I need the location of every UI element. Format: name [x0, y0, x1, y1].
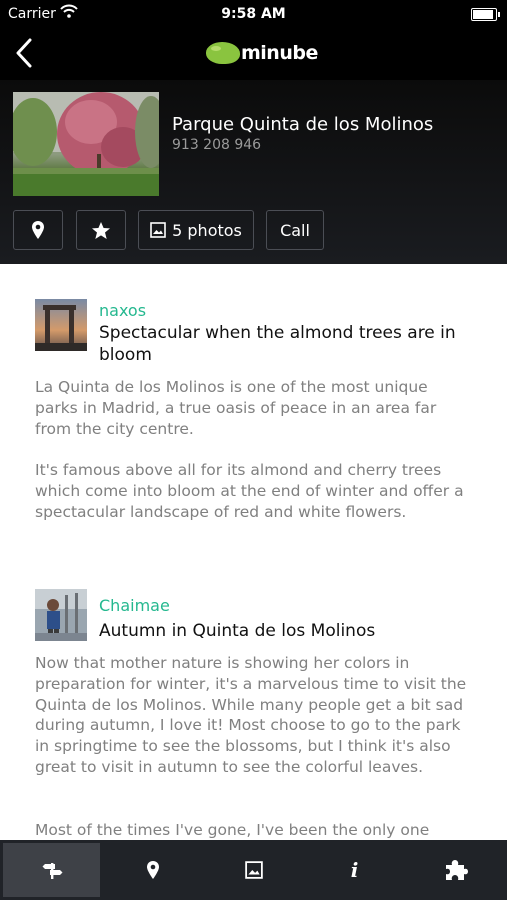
tab-bar: i	[0, 840, 507, 900]
nav-bar: minube	[0, 28, 507, 80]
status-bar: Carrier 9:58 AM	[0, 0, 507, 28]
star-icon	[92, 221, 110, 239]
review-paragraph: La Quinta de los Molinos is one of the m…	[35, 378, 437, 438]
signpost-icon	[42, 863, 62, 879]
place-photo[interactable]	[13, 92, 159, 196]
photos-label: 5 photos	[172, 220, 242, 240]
review-author[interactable]: naxos	[99, 301, 146, 320]
logo-blob-icon	[206, 42, 240, 64]
place-header: Parque Quinta de los Molinos 913 208 946…	[0, 80, 507, 264]
review-title: Spectacular when the almond trees are in…	[99, 323, 456, 365]
review-paragraph: Most of the times I've gone, I've been t…	[35, 821, 430, 839]
call-label: Call	[280, 220, 310, 240]
review-paragraph: It's famous above all for its almond and…	[35, 461, 464, 521]
avatar[interactable]	[35, 589, 87, 641]
battery-icon	[471, 8, 500, 21]
tab-more[interactable]	[407, 843, 504, 897]
call-button[interactable]: Call	[266, 210, 324, 250]
chevron-left-icon	[16, 38, 32, 68]
avatar[interactable]	[35, 299, 87, 351]
tab-map[interactable]	[104, 843, 201, 897]
tab-info[interactable]: i	[306, 843, 403, 897]
map-pin-icon	[32, 221, 44, 239]
logo-text: minube	[241, 42, 318, 64]
review-author[interactable]: Chaimae	[99, 596, 170, 615]
reviews-list[interactable]: naxos Spectacular when the almond trees …	[0, 264, 507, 840]
photo-icon	[244, 861, 263, 879]
minube-logo: minube	[206, 38, 318, 68]
map-pin-icon	[146, 861, 159, 879]
info-icon: i	[350, 858, 359, 882]
photo-icon	[150, 222, 166, 238]
location-button[interactable]	[13, 210, 63, 250]
review-paragraph: Now that mother nature is showing her co…	[35, 654, 467, 776]
tab-photos[interactable]	[205, 843, 302, 897]
photos-button[interactable]: 5 photos	[138, 210, 254, 250]
place-phone[interactable]: 913 208 946	[172, 137, 261, 153]
review-title: Autumn in Quinta de los Molinos	[99, 621, 376, 641]
back-button[interactable]	[10, 36, 40, 70]
favorite-button[interactable]	[76, 210, 126, 250]
clock: 9:58 AM	[221, 6, 286, 22]
tab-directions[interactable]	[3, 843, 100, 897]
place-title: Parque Quinta de los Molinos	[172, 114, 434, 135]
puzzle-icon	[445, 860, 468, 880]
